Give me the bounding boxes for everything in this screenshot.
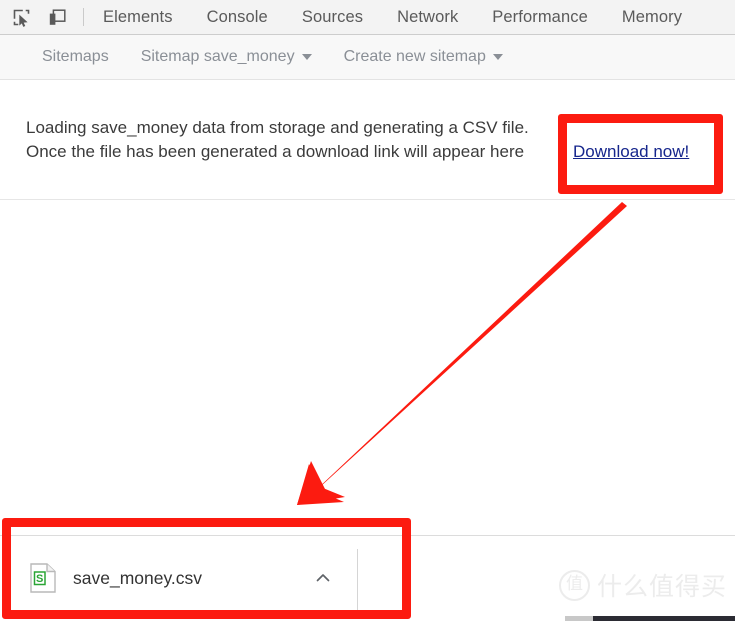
tab-network[interactable]: Network bbox=[380, 0, 475, 34]
csv-spreadsheet-icon: S bbox=[30, 563, 56, 593]
nav-item-sitemaps-label: Sitemaps bbox=[42, 48, 109, 65]
web-scraper-navbar: Sitemaps Sitemap save_money Create new s… bbox=[0, 35, 735, 80]
tab-console[interactable]: Console bbox=[190, 0, 285, 34]
device-toolbar-button[interactable] bbox=[42, 2, 72, 32]
status-message-line-2: Once the file has been generated a downl… bbox=[26, 142, 525, 161]
svg-text:S: S bbox=[36, 573, 43, 585]
tab-performance[interactable]: Performance bbox=[475, 0, 605, 34]
status-message-line-1: Loading save_money data from storage and… bbox=[26, 118, 529, 137]
nav-item-sitemap-save-money[interactable]: Sitemap save_money bbox=[125, 35, 328, 79]
toolbar-divider bbox=[83, 8, 84, 26]
csv-export-panel: Loading save_money data from storage and… bbox=[0, 80, 735, 200]
download-item-separator bbox=[357, 549, 358, 611]
nav-item-create-new-sitemap-label: Create new sitemap bbox=[343, 48, 486, 65]
nav-item-create-new-sitemap[interactable]: Create new sitemap bbox=[328, 35, 519, 79]
inspect-element-button[interactable] bbox=[6, 2, 36, 32]
watermark-strip bbox=[593, 616, 735, 621]
nav-item-sitemaps[interactable]: Sitemaps bbox=[26, 35, 125, 79]
device-toolbar-icon bbox=[49, 8, 66, 25]
download-shelf: S save_money.csv bbox=[0, 535, 735, 621]
tab-elements[interactable]: Elements bbox=[93, 0, 190, 34]
chevron-up-icon[interactable] bbox=[315, 570, 331, 586]
inspect-element-icon bbox=[13, 9, 29, 27]
chevron-down-icon bbox=[492, 54, 503, 60]
tab-sources[interactable]: Sources bbox=[285, 0, 380, 34]
nav-item-sitemap-save-money-label: Sitemap save_money bbox=[140, 48, 295, 65]
download-item[interactable]: S save_money.csv bbox=[14, 550, 357, 606]
devtools-toolbar: Elements Console Sources Network Perform… bbox=[0, 0, 735, 35]
tab-memory[interactable]: Memory bbox=[605, 0, 699, 34]
watermark-strip-accent bbox=[565, 616, 593, 621]
devtools-panel-tabs: Elements Console Sources Network Perform… bbox=[93, 0, 735, 34]
download-now-link[interactable]: Download now! bbox=[573, 142, 689, 162]
chevron-down-icon bbox=[301, 54, 312, 60]
download-file-name: save_money.csv bbox=[73, 567, 203, 588]
